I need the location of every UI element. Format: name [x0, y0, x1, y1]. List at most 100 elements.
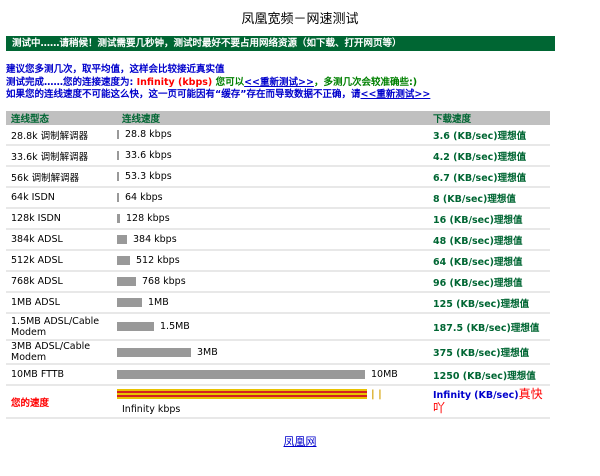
your-speed-ticks: | | [371, 388, 382, 400]
connection-type: 384k ADSL [6, 230, 117, 251]
speed-bar-wrap: 10MB [117, 369, 428, 380]
speed-label: 1.5MB [160, 321, 190, 332]
download-rate: 3.6 (KB/sec)理想值 [428, 125, 550, 146]
info-line-cache: 如果您的连线速度不可能这么快，这一页可能因有“缓存”存在而导致数据不正确，请<<… [6, 89, 596, 102]
table-row: 33.6k 调制解调器 33.6 kbps 4.2 (KB/sec)理想值 [6, 146, 550, 167]
info-line-advice: 建议您多测几次，取平均值，这样会比较接近真实值 [6, 64, 225, 75]
table-row: 64k ISDN 64 kbps 8 (KB/sec)理想值 [6, 188, 550, 209]
your-speed-bar [117, 389, 367, 399]
speed-bar [117, 214, 120, 223]
table-row: 1MB ADSL 1MB 125 (KB/sec)理想值 [6, 293, 550, 314]
speed-label: 1MB [148, 297, 169, 308]
download-rate: 375 (KB/sec)理想值 [428, 341, 550, 365]
table-row: 384k ADSL 384 kbps 48 (KB/sec)理想值 [6, 230, 550, 251]
download-rate: 6.7 (KB/sec)理想值 [428, 167, 550, 188]
table-row: 512k ADSL 512 kbps 64 (KB/sec)理想值 [6, 251, 550, 272]
table-row: 10MB FTTB 10MB 1250 (KB/sec)理想值 [6, 365, 550, 386]
speed-bar-wrap: 1.5MB [117, 321, 428, 332]
table-row: 56k 调制解调器 53.3 kbps 6.7 (KB/sec)理想值 [6, 167, 550, 188]
your-speed-download: Infinity (KB/sec)真快吖 [428, 386, 550, 419]
connection-type: 768k ADSL [6, 272, 117, 293]
speed-label: 3MB [197, 346, 218, 358]
connection-type: 33.6k 调制解调器 [6, 146, 117, 167]
speed-bar-cell: 28.8 kbps [117, 125, 428, 146]
speed-label: 33.6 kbps [125, 150, 172, 161]
speed-bar [117, 172, 119, 181]
speed-label: 384 kbps [133, 234, 177, 245]
download-rate: 4.2 (KB/sec)理想值 [428, 146, 550, 167]
header-speed: 连线速度 [117, 111, 428, 125]
table-row: 3MB ADSL/Cable Modem 3MB 375 (KB/sec)理想值 [6, 341, 550, 365]
connection-type: 56k 调制解调器 [6, 167, 117, 188]
table-row: 128k ISDN 128 kbps 16 (KB/sec)理想值 [6, 209, 550, 230]
speed-bar-wrap: 3MB [117, 347, 428, 358]
speed-bar-cell: 768 kbps [117, 272, 428, 293]
speed-bar-cell: 384 kbps [117, 230, 428, 251]
header-download: 下载速度 [428, 111, 550, 125]
speed-bar [117, 151, 119, 160]
download-rate: 96 (KB/sec)理想值 [428, 272, 550, 293]
connection-type: 1MB ADSL [6, 293, 117, 314]
speed-label: 768 kbps [142, 276, 186, 287]
connection-type: 128k ISDN [6, 209, 117, 230]
speed-bar [117, 347, 191, 357]
speed-bar [117, 235, 127, 244]
result-speed: Infinity (kbps) [136, 76, 213, 88]
speed-bar-cell: 53.3 kbps [117, 167, 428, 188]
connection-type: 64k ISDN [6, 188, 117, 209]
speed-bar [117, 370, 365, 379]
connection-type: 28.8k 调制解调器 [6, 125, 117, 146]
speed-label: 10MB [371, 369, 398, 380]
table-row: 28.8k 调制解调器 28.8 kbps 3.6 (KB/sec)理想值 [6, 125, 550, 146]
retest-link-1[interactable]: <<重新测试>> [244, 77, 314, 88]
speed-bar-wrap: 768 kbps [117, 276, 428, 287]
connection-type: 10MB FTTB [6, 365, 117, 386]
speed-bar-cell: 1MB [117, 293, 428, 314]
speed-bar-cell: 1.5MB [117, 314, 428, 341]
download-rate: 64 (KB/sec)理想值 [428, 251, 550, 272]
your-speed-label: Infinity kbps [122, 403, 181, 415]
connection-type: 512k ADSL [6, 251, 117, 272]
result-suffix: ，多测几次会较准确些:) [313, 76, 418, 88]
speed-bar [117, 130, 119, 139]
retest-link-2[interactable]: <<重新测试>> [361, 89, 431, 100]
speed-bar-cell: 10MB [117, 365, 428, 386]
info-block: 建议您多测几次，取平均值，这样会比较接近真实值 测试完成……您的连接速度为: I… [6, 64, 596, 102]
result-mid: 您可以 [212, 76, 245, 88]
speed-bar [117, 298, 142, 307]
speed-bar-wrap: 53.3 kbps [117, 171, 428, 182]
download-rate: 125 (KB/sec)理想值 [428, 293, 550, 314]
your-speed-bar-wrap: | | [117, 389, 428, 400]
speed-label: 28.8 kbps [125, 129, 172, 140]
table-row: 768k ADSL 768 kbps 96 (KB/sec)理想值 [6, 272, 550, 293]
download-rate: 16 (KB/sec)理想值 [428, 209, 550, 230]
speed-bar [117, 256, 130, 265]
speed-label: 53.3 kbps [125, 171, 172, 182]
your-speed-row: 您的速度 | | Infinity kbps Infinity (KB/sec)… [6, 386, 550, 419]
speed-table: 连线型态 连线速度 下载速度 28.8k 调制解调器 28.8 kbps 3.6 (… [6, 111, 550, 419]
download-rate: 1250 (KB/sec)理想值 [428, 365, 550, 386]
connection-type: 3MB ADSL/Cable Modem [6, 341, 117, 365]
footer: 凤凰网 [0, 433, 600, 449]
footer-link[interactable]: 凤凰网 [284, 435, 317, 448]
table-row: 1.5MB ADSL/Cable Modem 1.5MB 187.5 (KB/sec… [6, 314, 550, 341]
speed-bar-wrap: 512 kbps [117, 255, 428, 266]
speed-table-body: 28.8k 调制解调器 28.8 kbps 3.6 (KB/sec)理想值 33.6k… [6, 125, 550, 419]
your-download-value: Infinity [433, 389, 472, 401]
speed-bar-cell: 3MB [117, 341, 428, 365]
speed-bar-wrap: 1MB [117, 297, 428, 308]
speed-bar [117, 277, 136, 286]
speed-bar [117, 193, 119, 202]
table-header-row: 连线型态 连线速度 下载速度 [6, 111, 550, 125]
download-rate: 187.5 (KB/sec)理想值 [428, 314, 550, 341]
your-speed-type: 您的速度 [6, 386, 117, 419]
download-rate: 8 (KB/sec)理想值 [428, 188, 550, 209]
download-rate: 48 (KB/sec)理想值 [428, 230, 550, 251]
speed-label: 128 kbps [126, 213, 170, 224]
cache-warning: 如果您的连线速度不可能这么快，这一页可能因有“缓存”存在而导致数据不正确，请 [6, 89, 361, 100]
speed-bar-cell: 64 kbps [117, 188, 428, 209]
your-download-unit: (KB/sec) [474, 389, 519, 401]
speed-bar-wrap: 33.6 kbps [117, 150, 428, 161]
speed-bar-cell: 128 kbps [117, 209, 428, 230]
result-prefix: 测试完成……您的连接速度为: [6, 76, 137, 88]
